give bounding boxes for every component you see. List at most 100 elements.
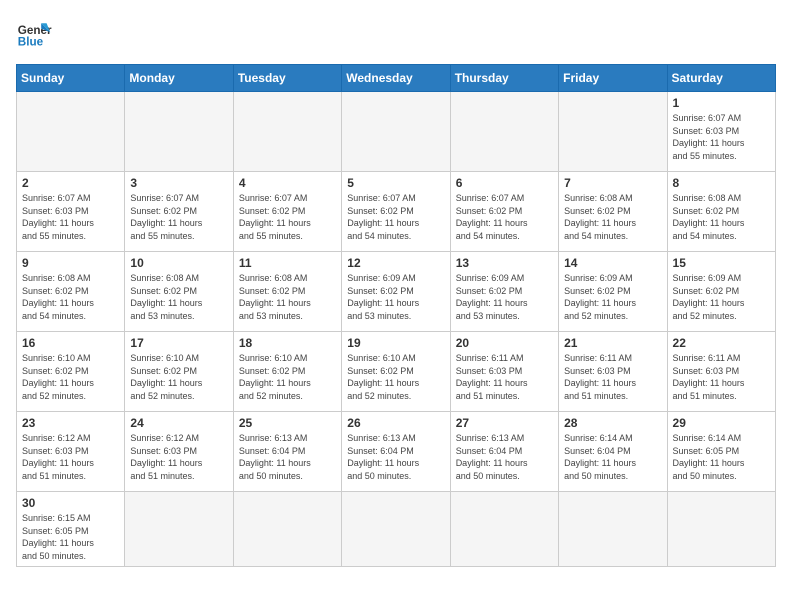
day-info: Sunrise: 6:14 AM Sunset: 6:05 PM Dayligh… — [673, 432, 770, 482]
calendar-cell: 23 Sunrise: 6:12 AM Sunset: 6:03 PM Dayli… — [17, 412, 125, 492]
calendar-cell: 15 Sunrise: 6:09 AM Sunset: 6:02 PM Dayli… — [667, 252, 775, 332]
weekday-header-row: SundayMondayTuesdayWednesdayThursdayFrid… — [17, 65, 776, 92]
day-number: 16 — [22, 336, 119, 350]
day-info: Sunrise: 6:09 AM Sunset: 6:02 PM Dayligh… — [347, 272, 444, 322]
weekday-header-thursday: Thursday — [450, 65, 558, 92]
day-info: Sunrise: 6:07 AM Sunset: 6:02 PM Dayligh… — [239, 192, 336, 242]
calendar-cell: 7 Sunrise: 6:08 AM Sunset: 6:02 PM Daylig… — [559, 172, 667, 252]
day-number: 8 — [673, 176, 770, 190]
weekday-header-monday: Monday — [125, 65, 233, 92]
calendar-cell: 3 Sunrise: 6:07 AM Sunset: 6:02 PM Daylig… — [125, 172, 233, 252]
page-header: General Blue — [16, 16, 776, 52]
day-info: Sunrise: 6:14 AM Sunset: 6:04 PM Dayligh… — [564, 432, 661, 482]
day-info: Sunrise: 6:08 AM Sunset: 6:02 PM Dayligh… — [22, 272, 119, 322]
day-info: Sunrise: 6:07 AM Sunset: 6:02 PM Dayligh… — [130, 192, 227, 242]
calendar-cell: 26Sunrise: 6:13 AM Sunset: 6:04 PM Dayli… — [342, 412, 450, 492]
day-number: 30 — [22, 496, 119, 510]
day-info: Sunrise: 6:08 AM Sunset: 6:02 PM Dayligh… — [239, 272, 336, 322]
day-number: 24 — [130, 416, 227, 430]
day-info: Sunrise: 6:12 AM Sunset: 6:03 PM Dayligh… — [22, 432, 119, 482]
day-info: Sunrise: 6:08 AM Sunset: 6:02 PM Dayligh… — [564, 192, 661, 242]
calendar-cell: 19 Sunrise: 6:10 AM Sunset: 6:02 PM Dayli… — [342, 332, 450, 412]
weekday-header-friday: Friday — [559, 65, 667, 92]
calendar-table: SundayMondayTuesdayWednesdayThursdayFrid… — [16, 64, 776, 567]
calendar-cell: 16Sunrise: 6:10 AM Sunset: 6:02 PM Dayli… — [17, 332, 125, 412]
weekday-header-saturday: Saturday — [667, 65, 775, 92]
logo: General Blue — [16, 16, 58, 52]
calendar-cell: 30 Sunrise: 6:15 AM Sunset: 6:05 PM Dayli… — [17, 492, 125, 567]
calendar-cell: 24 Sunrise: 6:12 AM Sunset: 6:03 PM Dayli… — [125, 412, 233, 492]
day-number: 27 — [456, 416, 553, 430]
calendar-cell: 28 Sunrise: 6:14 AM Sunset: 6:04 PM Dayli… — [559, 412, 667, 492]
day-number: 21 — [564, 336, 661, 350]
calendar-cell: 29 Sunrise: 6:14 AM Sunset: 6:05 PM Dayli… — [667, 412, 775, 492]
calendar-cell: 1 Sunrise: 6:07 AM Sunset: 6:03 PM Daylig… — [667, 92, 775, 172]
day-number: 23 — [22, 416, 119, 430]
day-number: 29 — [673, 416, 770, 430]
calendar-cell: 8 Sunrise: 6:08 AM Sunset: 6:02 PM Daylig… — [667, 172, 775, 252]
day-number: 28 — [564, 416, 661, 430]
day-number: 1 — [673, 96, 770, 110]
day-number: 5 — [347, 176, 444, 190]
day-number: 19 — [347, 336, 444, 350]
calendar-cell: 27Sunrise: 6:13 AM Sunset: 6:04 PM Dayli… — [450, 412, 558, 492]
calendar-week-row: 9 Sunrise: 6:08 AM Sunset: 6:02 PM Daylig… — [17, 252, 776, 332]
day-number: 15 — [673, 256, 770, 270]
calendar-cell: 4 Sunrise: 6:07 AM Sunset: 6:02 PM Daylig… — [233, 172, 341, 252]
day-number: 9 — [22, 256, 119, 270]
calendar-cell: 18Sunrise: 6:10 AM Sunset: 6:02 PM Dayli… — [233, 332, 341, 412]
day-number: 4 — [239, 176, 336, 190]
calendar-week-row: 16 Sunrise: 6:10 AM Sunset: 6:02 PM Dayli… — [17, 332, 776, 412]
calendar-cell — [559, 492, 667, 567]
calendar-week-row: 23 Sunrise: 6:12 AM Sunset: 6:03 PM Dayli… — [17, 412, 776, 492]
calendar-cell — [17, 92, 125, 172]
calendar-cell — [125, 492, 233, 567]
svg-text:Blue: Blue — [18, 36, 44, 49]
day-number: 12 — [347, 256, 444, 270]
day-info: Sunrise: 6:12 AM Sunset: 6:03 PM Dayligh… — [130, 432, 227, 482]
day-number: 25 — [239, 416, 336, 430]
day-info: Sunrise: 6:07 AM Sunset: 6:03 PM Dayligh… — [22, 192, 119, 242]
day-info: Sunrise: 6:08 AM Sunset: 6:02 PM Dayligh… — [130, 272, 227, 322]
weekday-header-tuesday: Tuesday — [233, 65, 341, 92]
calendar-cell: 9 Sunrise: 6:08 AM Sunset: 6:02 PM Daylig… — [17, 252, 125, 332]
calendar-cell: 20Sunrise: 6:11 AM Sunset: 6:03 PM Dayli… — [450, 332, 558, 412]
day-number: 13 — [456, 256, 553, 270]
day-info: Sunrise: 6:08 AM Sunset: 6:02 PM Dayligh… — [673, 192, 770, 242]
day-number: 14 — [564, 256, 661, 270]
logo-icon: General Blue — [16, 16, 52, 52]
calendar-cell — [342, 92, 450, 172]
day-info: Sunrise: 6:10 AM Sunset: 6:02 PM Dayligh… — [239, 352, 336, 402]
calendar-cell — [233, 92, 341, 172]
calendar-cell — [450, 492, 558, 567]
day-number: 10 — [130, 256, 227, 270]
day-info: Sunrise: 6:11 AM Sunset: 6:03 PM Dayligh… — [564, 352, 661, 402]
day-number: 17 — [130, 336, 227, 350]
day-info: Sunrise: 6:15 AM Sunset: 6:05 PM Dayligh… — [22, 512, 119, 562]
calendar-cell: 13Sunrise: 6:09 AM Sunset: 6:02 PM Dayli… — [450, 252, 558, 332]
calendar-cell: 2Sunrise: 6:07 AM Sunset: 6:03 PM Daylig… — [17, 172, 125, 252]
calendar-cell: 11Sunrise: 6:08 AM Sunset: 6:02 PM Dayli… — [233, 252, 341, 332]
day-number: 7 — [564, 176, 661, 190]
weekday-header-sunday: Sunday — [17, 65, 125, 92]
day-info: Sunrise: 6:09 AM Sunset: 6:02 PM Dayligh… — [564, 272, 661, 322]
calendar-cell: 25 Sunrise: 6:13 AM Sunset: 6:04 PM Dayli… — [233, 412, 341, 492]
day-info: Sunrise: 6:13 AM Sunset: 6:04 PM Dayligh… — [239, 432, 336, 482]
day-info: Sunrise: 6:07 AM Sunset: 6:03 PM Dayligh… — [673, 112, 770, 162]
day-info: Sunrise: 6:07 AM Sunset: 6:02 PM Dayligh… — [347, 192, 444, 242]
calendar-week-row: 1 Sunrise: 6:07 AM Sunset: 6:03 PM Daylig… — [17, 92, 776, 172]
calendar-week-row: 30 Sunrise: 6:15 AM Sunset: 6:05 PM Dayli… — [17, 492, 776, 567]
weekday-header-wednesday: Wednesday — [342, 65, 450, 92]
day-info: Sunrise: 6:11 AM Sunset: 6:03 PM Dayligh… — [673, 352, 770, 402]
day-info: Sunrise: 6:07 AM Sunset: 6:02 PM Dayligh… — [456, 192, 553, 242]
day-info: Sunrise: 6:09 AM Sunset: 6:02 PM Dayligh… — [673, 272, 770, 322]
day-info: Sunrise: 6:10 AM Sunset: 6:02 PM Dayligh… — [130, 352, 227, 402]
calendar-cell — [342, 492, 450, 567]
day-number: 22 — [673, 336, 770, 350]
calendar-cell: 22 Sunrise: 6:11 AM Sunset: 6:03 PM Dayli… — [667, 332, 775, 412]
calendar-cell: 5 Sunrise: 6:07 AM Sunset: 6:02 PM Daylig… — [342, 172, 450, 252]
day-info: Sunrise: 6:10 AM Sunset: 6:02 PM Dayligh… — [347, 352, 444, 402]
calendar-cell: 10 Sunrise: 6:08 AM Sunset: 6:02 PM Dayli… — [125, 252, 233, 332]
calendar-cell — [667, 492, 775, 567]
day-number: 3 — [130, 176, 227, 190]
